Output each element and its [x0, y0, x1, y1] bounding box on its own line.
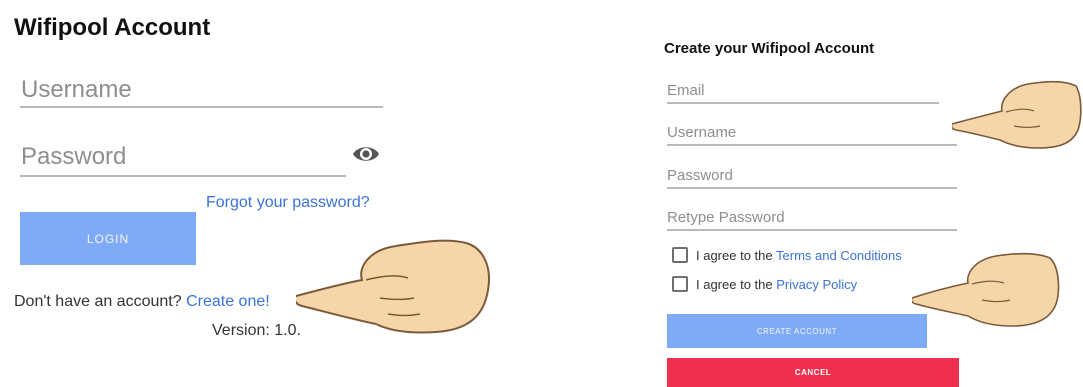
privacy-prefix: I agree to the [696, 277, 773, 292]
register-username-underline [667, 144, 957, 146]
terms-link[interactable]: Terms and Conditions [776, 248, 902, 263]
terms-prefix: I agree to the [696, 248, 773, 263]
forgot-password-link[interactable]: Forgot your password? [206, 194, 370, 212]
version-label: Version: 1.0. [212, 322, 301, 339]
register-password-underline [667, 187, 957, 189]
create-account-button[interactable]: CREATE ACCOUNT [667, 314, 927, 348]
no-account-text: Don't have an account? [14, 293, 182, 310]
username-field[interactable]: Username [667, 124, 736, 141]
cancel-button[interactable]: CANCEL [667, 358, 959, 387]
signup-prompt: Don't have an account? Create one! [14, 293, 270, 311]
privacy-label: I agree to the Privacy Policy [696, 277, 857, 292]
pointing-hand-icon [952, 80, 1082, 149]
password-input[interactable]: Password [21, 143, 126, 171]
username-input[interactable]: Username [21, 76, 132, 104]
privacy-link[interactable]: Privacy Policy [776, 277, 857, 292]
retype-password-field[interactable]: Retype Password [667, 209, 785, 226]
email-underline [667, 102, 939, 104]
pointing-hand-icon [296, 239, 490, 334]
terms-label: I agree to the Terms and Conditions [696, 248, 902, 263]
password-underline [20, 175, 346, 177]
password-field[interactable]: Password [667, 167, 733, 184]
login-button[interactable]: LOGIN [20, 212, 196, 265]
terms-checkbox[interactable] [672, 247, 688, 263]
privacy-checkbox[interactable] [672, 276, 688, 292]
pointing-hand-icon [912, 252, 1060, 327]
email-field[interactable]: Email [667, 82, 705, 99]
create-account-title: Create your Wifipool Account [664, 40, 875, 57]
create-one-link[interactable]: Create one! [186, 293, 270, 310]
username-underline [20, 106, 383, 108]
eye-icon[interactable] [352, 143, 380, 165]
login-title: Wifipool Account [14, 14, 211, 41]
retype-password-underline [667, 229, 957, 231]
